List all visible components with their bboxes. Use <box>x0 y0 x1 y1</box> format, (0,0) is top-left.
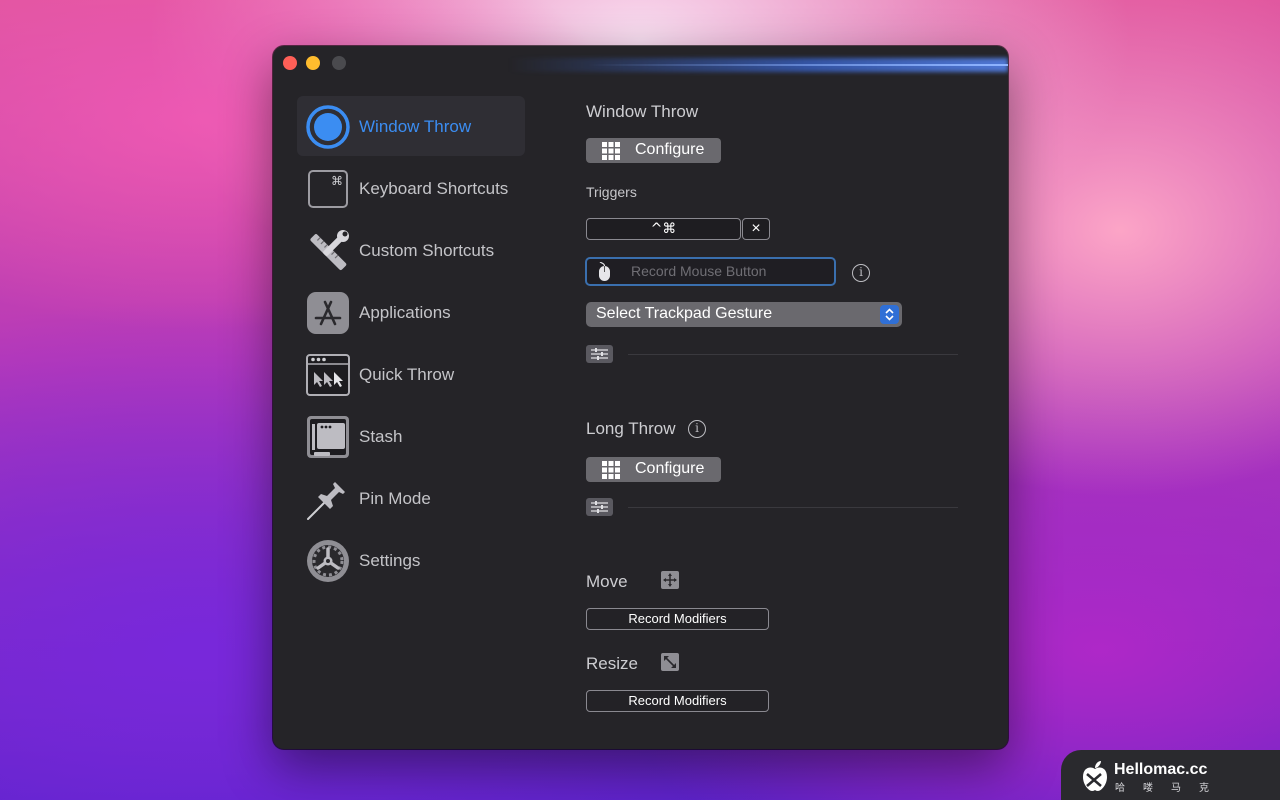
clear-shortcut-button[interactable]: × <box>742 218 770 240</box>
window-throw-configure-button[interactable]: Configure <box>586 138 721 163</box>
record-mouse-button-field[interactable]: Record Mouse Button <box>585 257 836 286</box>
sidebar-item-custom-shortcuts[interactable]: Custom Shortcuts <box>297 220 525 280</box>
sidebar-item-keyboard-shortcuts[interactable]: ⌘ Keyboard Shortcuts <box>297 158 525 218</box>
app-store-icon <box>307 292 349 334</box>
watermark-subtitle: 哈喽马克 <box>1115 783 1227 794</box>
sidebar-item-label: Settings <box>359 551 421 570</box>
sidebar-item-label: Custom Shortcuts <box>359 241 495 260</box>
sidebar-item-applications[interactable]: Applications <box>297 282 525 342</box>
sidebar-item-stash[interactable]: Stash <box>297 406 525 466</box>
tools-icon <box>310 230 349 270</box>
move-label: Move <box>586 572 628 591</box>
sidebar-item-label: Window Throw <box>359 117 472 136</box>
trackpad-gesture-value: Select Trackpad Gesture <box>596 305 773 322</box>
resize-record-modifiers-button[interactable]: Record Modifiers <box>586 690 769 712</box>
zoom-window-button[interactable] <box>332 56 346 70</box>
sidebar-item-label: Quick Throw <box>359 365 455 384</box>
record-mouse-button-placeholder: Record Mouse Button <box>631 263 767 279</box>
pushpin-icon <box>307 482 345 520</box>
keyboard-shortcut-field[interactable]: ^⌘ <box>586 218 741 240</box>
minimize-window-button[interactable] <box>306 56 320 70</box>
move-record-modifiers-button[interactable]: Record Modifiers <box>586 608 769 630</box>
sidebar-item-label: Keyboard Shortcuts <box>359 179 509 198</box>
app-window: Window Throw ⌘ Keyboard Shortcuts Custom… <box>273 46 1008 749</box>
command-key-icon: ⌘ <box>308 170 348 208</box>
apple-logo-icon <box>1083 761 1107 791</box>
sidebar-item-pin-mode[interactable]: Pin Mode <box>297 468 525 528</box>
sidebar-item-settings[interactable]: Settings <box>297 530 525 590</box>
sidebar-item-label: Pin Mode <box>359 489 431 508</box>
move-arrows-icon <box>661 571 679 589</box>
separator <box>628 354 958 355</box>
window-throw-title: Window Throw <box>586 102 699 121</box>
watermark-title: Hellomac.cc <box>1114 761 1208 778</box>
sidebar-item-label: Applications <box>359 303 451 322</box>
separator <box>628 507 958 508</box>
close-window-button[interactable] <box>283 56 297 70</box>
trackpad-gesture-select[interactable]: Select Trackpad Gesture <box>586 302 902 327</box>
long-throw-configure-button[interactable]: Configure <box>586 457 721 482</box>
configure-label: Configure <box>635 141 705 158</box>
watermark-badge: Hellomac.cc 哈喽马克 <box>1061 750 1280 800</box>
grid-icon <box>602 142 620 160</box>
sliders-icon[interactable] <box>586 345 613 363</box>
long-throw-info-icon[interactable]: i <box>688 420 706 438</box>
select-arrows-icon <box>880 305 899 324</box>
resize-label: Resize <box>586 654 638 673</box>
window-throw-icon <box>306 105 350 149</box>
grid-icon <box>602 461 620 479</box>
configure-label: Configure <box>635 460 705 477</box>
sidebar-item-window-throw[interactable]: Window Throw <box>297 96 525 156</box>
gear-icon <box>307 540 349 582</box>
title-bar-line <box>588 64 1008 66</box>
info-icon[interactable]: i <box>852 264 870 282</box>
triggers-label: Triggers <box>586 184 637 200</box>
long-throw-title: Long Throw <box>586 419 676 438</box>
svg-text:⌘: ⌘ <box>331 174 343 188</box>
sidebar-item-quick-throw[interactable]: Quick Throw <box>297 344 525 404</box>
title-bar <box>273 46 1008 82</box>
quick-throw-icon <box>306 354 350 396</box>
resize-arrows-icon <box>661 653 679 671</box>
stash-icon <box>307 416 349 458</box>
sidebar-item-label: Stash <box>359 427 403 446</box>
mouse-icon <box>599 262 610 281</box>
sliders-icon[interactable] <box>586 498 613 516</box>
